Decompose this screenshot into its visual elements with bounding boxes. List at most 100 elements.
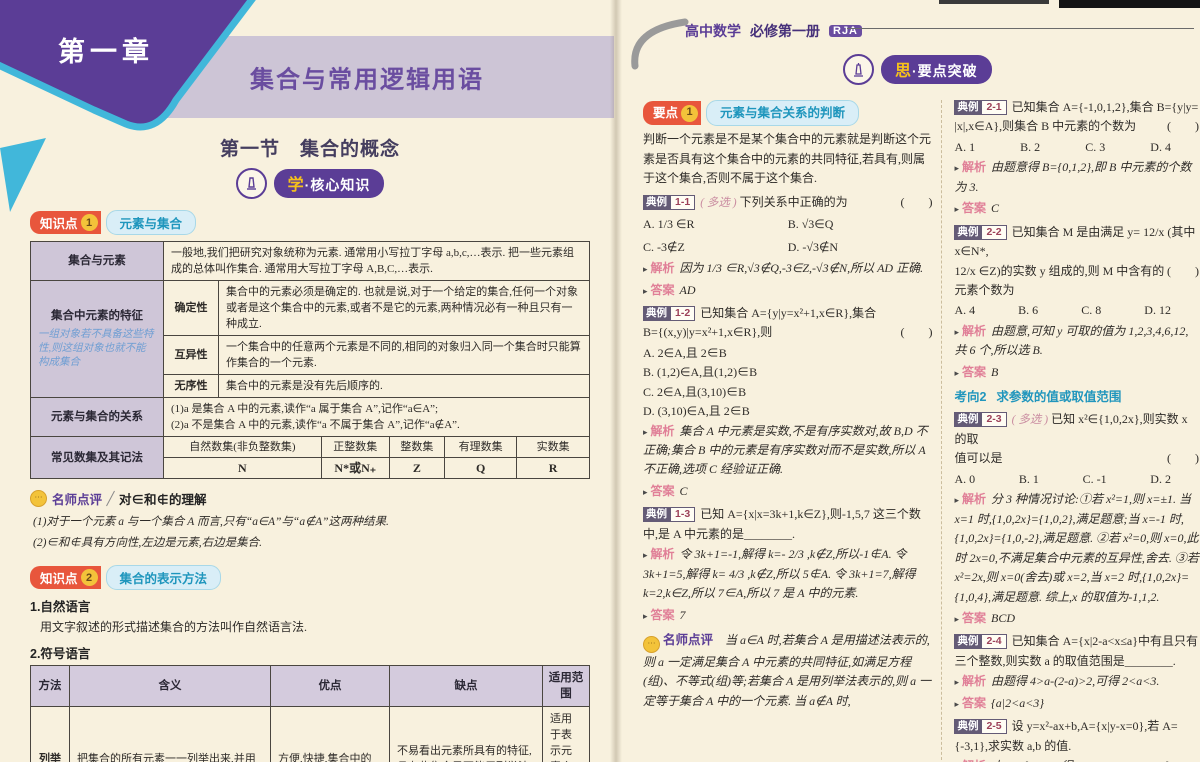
number-sets-table: 自然数集(非负整数集) 正整数集 整数集 有理数集 实数集 N N*或N₊ Z … [163,436,590,479]
example-tag: 典例 [954,634,982,650]
multi-choice-flag: ( 多选 ) [700,196,737,209]
point1-title: 元素与集合关系的判断 [706,100,860,127]
teacher-comment-label: 名师点评 [52,493,103,507]
topic-2-number: 考向2 [954,390,987,405]
key-point-1-badge: 要点 1 元素与集合关系的判断 [643,100,932,127]
page-header: 高中数学 必修第一册 RJA [685,21,863,41]
chapter-badge: 第一章 [58,37,154,67]
comment-lines: (1)对于一个元素 a 与一个集合 A 而言,只有“a∈A”与“a∉A”这两种结… [33,516,389,549]
example-tag: 典例 [954,412,982,428]
property-3-text: 集合中的元素是没有先后顺序的. [218,374,590,398]
teacher-comment-label: 名师点评 [663,632,714,647]
example-number: 1-3 [670,507,696,523]
analysis-line: ▸ 解析 由题意得 B={0,1,2},即 B 中元素的个数为 3. [954,160,1192,194]
answer-line: ▸ 答案 C [954,201,1000,216]
teacher-comment-right: ··· 名师点评 当 a∈A 时,若集合 A 是用描述法表示的,则 a 一定满足集… [643,630,932,711]
point1-number: 1 [681,104,699,122]
analysis-line: ▸ 解析 由题得 4>a-(2-a)>2,可得 2<a<3. [954,674,1160,689]
analysis-line: ▸ 解析 因为 1/3 ∈R,√3∉Q,-3∈Z,-√3∉N,所以 AD 正确. [643,261,924,276]
table2-header: 适用范围 [542,665,590,707]
table-row: 列举法 把集合的所有元素一一列举出来,并用花括号“{ }”括起来表示集合的方法.… [30,706,590,762]
analysis-line: ▸ 解析分 3 种情况讨论:①若 x²=1,则 x=±1. 当 x=1 时,{1,… [954,492,1199,604]
answer-value: C [991,201,1000,216]
natural-language-text: 用文字叙述的形式描述集合的方法叫作自然语言法. [40,620,308,634]
study-lamp-icon [235,168,267,199]
knowledge-point-2-badge: 知识点 2 集合的表示方法 [30,565,590,590]
answer-value: C [679,483,688,498]
number-set-symbol: Z [388,457,446,479]
comment-title: 对∈和∉的理解 [119,493,207,507]
options: A. 4 B. 6 C. 8 D. 12 [954,303,1171,318]
example-2-1: 典例 2-1 已知集合 A={-1,0,1,2},集合 B={y|y= |x|,x∈… [954,98,1199,219]
analysis-text: 由题意,可知 y 可取的值为 1,2,3,4,6,12,共 6 个,所以选 B. [954,323,1189,358]
analysis-label: 解析 [961,160,986,175]
example-tag: 典例 [954,719,982,735]
property-2-text: 一个集合中的任意两个元素是不同的,相同的对象归入同一个集合时只能算作集合的一个元… [218,335,590,375]
analysis-text: 分 3 种情况讨论:①若 x²=1,则 x=±1. 当 x=1 时,{1,0,2… [954,492,1199,604]
answer-label: 答案 [961,364,986,379]
header-rule [847,28,1194,29]
topic-2-title: 求参数的值或取值范围 [996,390,1122,405]
table1-row3-text: (1)a 是集合 A 中的元素,读作“a 属于集合 A”,记作“a∈A”; (2… [163,397,590,437]
kp1-title: 元素与集合 [105,210,197,235]
right-column-1: 要点 1 元素与集合关系的判断 判断一个元素是不是某个集合中的元素就是判断这个元素… [643,100,941,762]
handwritten-note: 一组对象若不具备这些特性,则这组对象也就不能构成集合 [38,329,154,368]
example-2-4: 典例 2-4 已知集合 A={x|2-a<x≤a}中有且只有三个整数,则实数 a 的… [954,632,1199,713]
answer-line: ▸ 答案 C [643,483,688,498]
answer-value: B [991,364,999,379]
example-tag: 典例 [643,305,670,321]
answer-line: ▸ 答案 {a|2<a<3} [954,695,1045,710]
think-badge-lead: 思 [895,63,913,80]
answer-line: ▸ 答案 7 [643,607,686,622]
divider-slash [106,490,115,507]
question-text: 12/x ∈Z)的实数 y 组成的,则 M 中含有的元素个数为 [954,263,1165,297]
topic-2-heading: 考向2 求参数的值或取值范围 [954,387,1199,407]
table1-row4-label: 常见数集及其记法 [30,436,164,479]
number-set-header: 正整数集 [320,436,390,458]
table2-header: 优点 [270,665,390,707]
example-number: 1-2 [670,305,696,321]
answer-label: 答案 [961,695,986,710]
example-1-3: 典例 1-3 已知 A={x|x=3k+1,k∈Z},则-1,5,7 这三个数中,是… [643,505,932,625]
answer-value: 7 [679,607,686,622]
analysis-line: ▸ 解析 集合 A 中元素是实数,不是有序实数对,故 B,D 不正确;集合 B 中的… [643,423,928,477]
number-set-symbol: N [163,457,322,479]
right-page-columns: 要点 1 元素与集合关系的判断 判断一个元素是不是某个集合中的元素就是判断这个元素… [643,100,1199,762]
answer-line: ▸ 答案 BCD [954,610,1015,625]
analysis-label: 解析 [650,261,675,276]
property-1-text: 集合中的元素必须是确定的. 也就是说,对于一个给定的集合,任何一个对象或者是这个… [218,280,590,336]
analysis-label: 解析 [961,674,986,689]
property-2-name: 互异性 [163,335,219,375]
table1-row2-label: 集合中元素的特征 一组对象若不具备这些特性,则这组对象也就不能构成集合 [30,280,164,398]
example-1-1: 典例 1-1 ( 多选 ) 下列关系中正确的为 ( ) A. 1/3 ∈R B. √3∈… [643,193,932,300]
table1-row3-label: 元素与集合的关系 [30,397,164,437]
analysis-line: ▸ 解析 由题意,可知 y 可取的值为 1,2,3,4,6,12,共 6 个,所以选… [954,323,1189,358]
book-title: 必修第一册 [750,23,820,39]
left-page: 集合与常用逻辑用语 第一章 第一节 集合的概念 学·核心知识 知识点 1 元素与集… [0,0,614,762]
analysis-text: 由题意得 B={0,1,2},即 B 中元素的个数为 3. [954,160,1192,194]
think-badge: 思·要点突破 [881,55,992,84]
study-badge-rest: ·核心知识 [304,177,371,193]
elements-and-sets-table: 集合与元素 一般地,我们把研究对象统称为元素. 通常用小写拉丁字母 a,b,c,… [30,241,590,479]
example-number: 1-1 [670,194,696,210]
options: A. 2∈A,且 2∈B B. (1,2)∈A,且(1,2)∈B C. 2∈A,且… [643,345,758,419]
number-set-symbol: R [516,457,590,479]
property-3-name: 无序性 [163,374,219,398]
question-text: 已知集合 A={y|y=x²+1,x∈R},集合 [700,305,877,320]
answer-paren: ( ) [1167,119,1199,134]
right-column-2: 典例 2-1 已知集合 A={-1,0,1,2},集合 B={y|y= |x|,x∈… [941,100,1199,762]
section-title: 第一节 集合的概念 [219,139,400,160]
answer-label: 答案 [650,483,675,498]
kp1-number: 1 [80,214,98,231]
lighthouse-icon [843,54,874,85]
think-badge-row: 思·要点突破 [843,54,992,85]
example-2-5: 典例 2-5 设 y=x²-ax+b,A={x|y-x=0},若 A={-3,1},… [954,717,1199,762]
options: A. 1 B. 2 C. 3 D. 4 [954,139,1171,154]
table1-row1-label: 集合与元素 [30,241,164,281]
scan-edge-mark [1059,0,1200,8]
study-badge-lead: 学 [287,177,305,194]
textbook-spread: 集合与常用逻辑用语 第一章 第一节 集合的概念 学·核心知识 知识点 1 元素与集… [0,0,1200,762]
number-set-header: 有理数集 [443,436,518,458]
answer-label: 答案 [650,607,675,622]
symbolic-language-heading: 2.符号语言 [30,647,91,661]
